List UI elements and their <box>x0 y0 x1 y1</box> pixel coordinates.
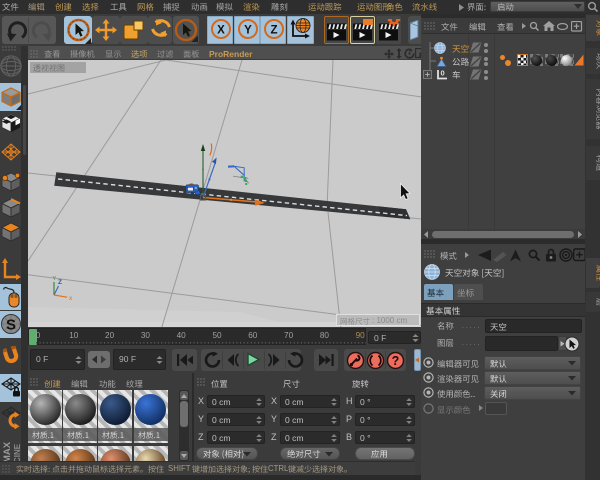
svg-text:Y: Y <box>53 276 57 282</box>
svg-text:X: X <box>217 25 225 37</box>
svg-text:Z: Z <box>58 279 62 286</box>
svg-text:Y: Y <box>244 25 252 37</box>
svg-text:?: ? <box>392 354 400 368</box>
svg-text:S: S <box>6 317 16 334</box>
svg-text:0: 0 <box>441 69 445 78</box>
svg-text:MAX: MAX <box>2 441 13 463</box>
svg-text:Z: Z <box>270 25 277 37</box>
